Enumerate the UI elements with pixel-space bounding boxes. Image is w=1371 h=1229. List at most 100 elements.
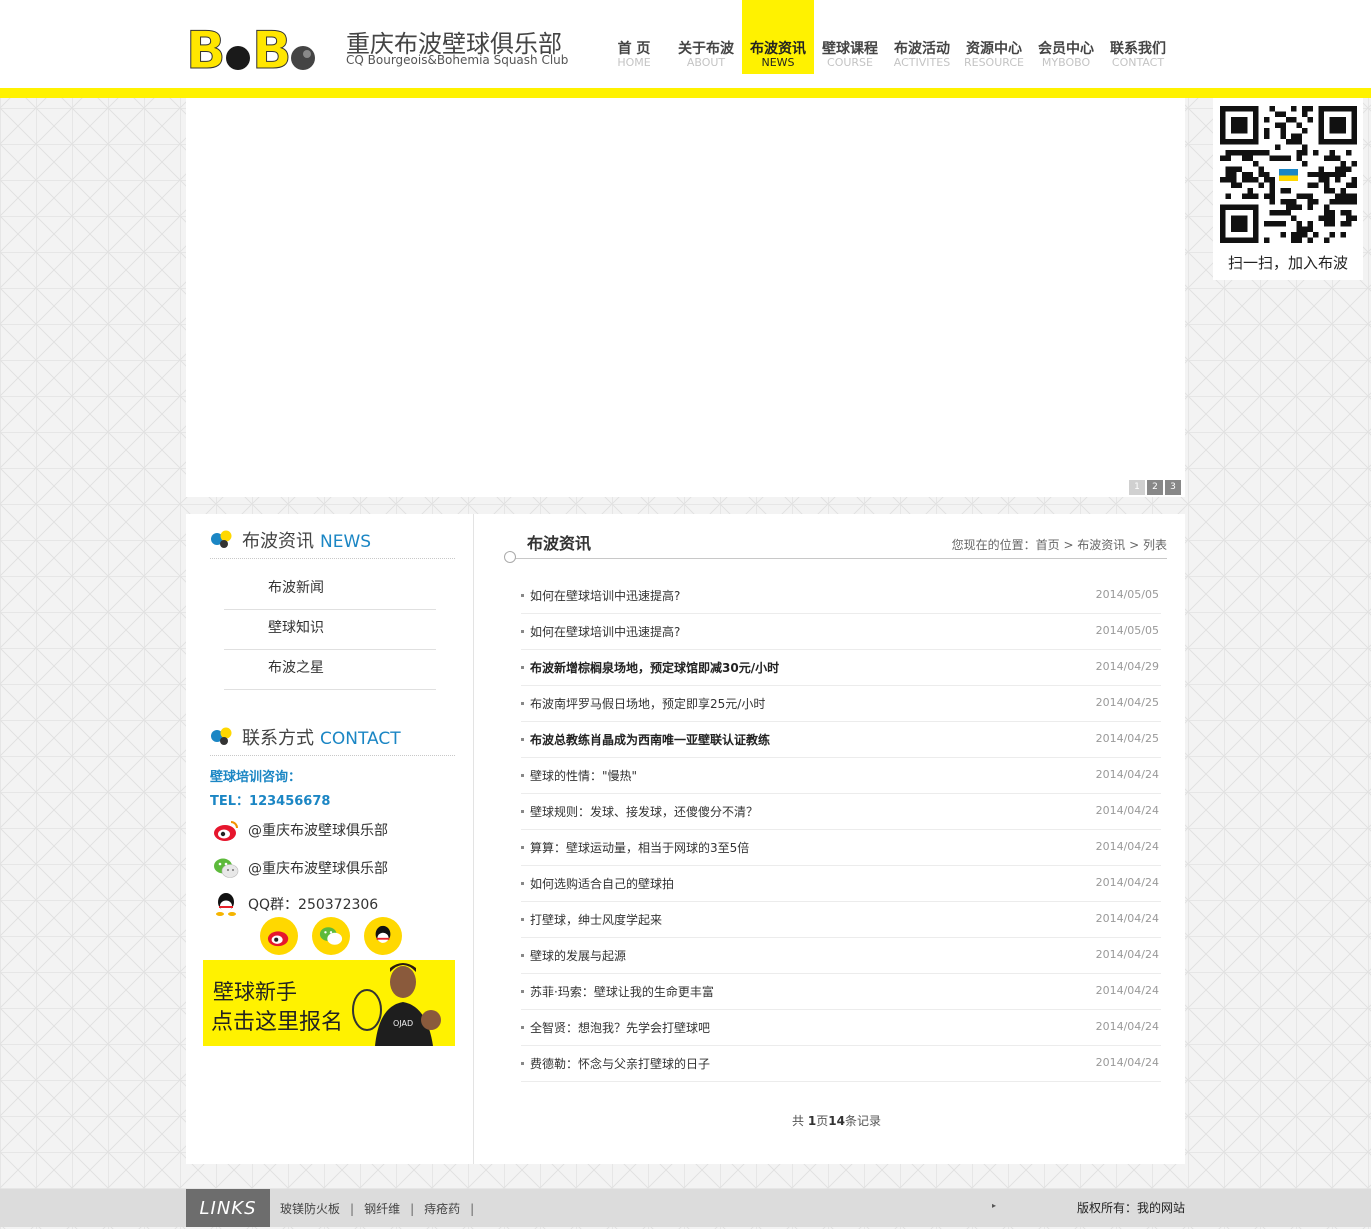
news-row[interactable]: 全智贤：想泡我？先学会打壁球吧 2014/04/24 — [521, 1010, 1161, 1046]
news-row[interactable]: 费德勒：怀念与父亲打壁球的日子 2014/04/24 — [521, 1046, 1161, 1082]
news-date: 2014/04/25 — [1095, 696, 1159, 709]
bullet-icon — [521, 882, 524, 885]
news-row[interactable]: 布波总教练肖晶成为西南唯一亚壁联认证教练 2014/04/25 — [521, 722, 1161, 758]
bullet-icon — [521, 810, 524, 813]
qr-caption: 扫一扫，加入布波 — [1227, 254, 1348, 272]
svg-text:B: B — [252, 24, 292, 72]
news-row[interactable]: 如何在壁球培训中迅速提高? 2014/05/05 — [521, 578, 1161, 614]
qr-code-image — [1220, 106, 1357, 243]
bullet-icon — [521, 918, 524, 921]
weibo-contact[interactable]: @重庆布波壁球俱乐部 — [212, 816, 388, 844]
menu-item-bobo-news[interactable]: 布波新闻 — [224, 570, 436, 610]
bullet-icon — [521, 1062, 524, 1065]
nav-label-cn: 布波活动 — [894, 41, 950, 57]
pagination-suffix: 条记录 — [844, 1114, 881, 1128]
wechat-contact[interactable]: @重庆布波壁球俱乐部 — [212, 854, 388, 882]
news-title[interactable]: 布波新增棕榈泉场地，预定球馆即减30元/小时 — [530, 659, 779, 676]
news-title[interactable]: 全智贤：想泡我？先学会打壁球吧 — [530, 1019, 710, 1036]
consult-label: 壁球培训咨询： — [210, 770, 302, 785]
weibo-share-button[interactable] — [260, 917, 298, 955]
news-row[interactable]: 算算：壁球运动量，相当于网球的3至5倍 2014/04/24 — [521, 830, 1161, 866]
news-title[interactable]: 布波南坪罗马假日场地，预定即享25元/小时 — [530, 695, 765, 712]
signup-banner[interactable]: OJAD 壁球新手 点击这里报名 — [203, 960, 455, 1046]
news-category-menu: 布波新闻 壁球知识 布波之星 — [224, 570, 436, 690]
squash-player-photo: OJAD — [345, 960, 455, 1046]
nav-item-resource[interactable]: 资源中心 RESOURCE — [958, 0, 1030, 74]
bullet-icon — [521, 702, 524, 705]
news-title[interactable]: 壁球的发展与起源 — [530, 947, 626, 964]
nav-item-about[interactable]: 关于布波 ABOUT — [670, 0, 742, 74]
nav-item-home[interactable]: 首 页 HOME — [598, 0, 670, 74]
banner-page-2[interactable]: 2 — [1147, 480, 1163, 495]
svg-text:B: B — [186, 24, 226, 72]
copyright-value[interactable]: 我的网站 — [1137, 1201, 1185, 1215]
nav-label-en: ACTIVITES — [893, 56, 951, 69]
breadcrumb[interactable]: 您现在的位置：首页 > 布波资讯 > 列表 — [952, 536, 1167, 553]
nav-item-news[interactable]: 布波资讯 NEWS — [742, 0, 814, 74]
news-title[interactable]: 布波总教练肖晶成为西南唯一亚壁联认证教练 — [530, 731, 770, 748]
friend-links: 玻镁防火板 | 钢纤维 | 痔疮药 | — [280, 1202, 475, 1216]
news-title[interactable]: 壁球的性情："慢热" — [530, 767, 637, 784]
nav-item-contact[interactable]: 联系我们 CONTACT — [1102, 0, 1174, 74]
bullet-icon — [521, 630, 524, 633]
news-date: 2014/04/24 — [1095, 876, 1159, 889]
news-title[interactable]: 苏菲·玛索：壁球让我的生命更丰富 — [530, 983, 714, 1000]
pagination-count: 14 — [828, 1114, 845, 1128]
news-title[interactable]: 打壁球，绅士风度学起来 — [530, 911, 662, 928]
friend-link-2[interactable]: 钢纤维 — [364, 1202, 400, 1216]
nav-item-mybobo[interactable]: 会员中心 MYBOBO — [1030, 0, 1102, 74]
wechat-share-button[interactable] — [312, 917, 350, 955]
news-date: 2014/04/24 — [1095, 804, 1159, 817]
news-row[interactable]: 如何在壁球培训中迅速提高? 2014/05/05 — [521, 614, 1161, 650]
nav-label-en: CONTACT — [1111, 56, 1165, 69]
pagination-mid: 页 — [816, 1114, 829, 1128]
news-date: 2014/04/24 — [1095, 1056, 1159, 1069]
main-nav: 首 页 HOME 关于布波 ABOUT 布波资讯 NEWS 壁球课程 COURSE 布波活动 AC… — [598, 0, 1174, 74]
news-row[interactable]: 如何选购适合自己的壁球拍 2014/04/24 — [521, 866, 1161, 902]
nav-item-activites[interactable]: 布波活动 ACTIVITES — [886, 0, 958, 74]
weibo-icon — [214, 821, 238, 841]
news-title[interactable]: 费德勒：怀念与父亲打壁球的日子 — [530, 1055, 710, 1072]
qq-share-button[interactable] — [364, 917, 402, 955]
site-logo[interactable]: B B 重庆布波壁球俱乐部 CQ Bourgeois&Bohemia Squas… — [186, 18, 586, 74]
menu-item-squash-knowledge[interactable]: 壁球知识 — [224, 610, 436, 650]
banner-slider[interactable]: 1 2 3 — [186, 98, 1185, 497]
nav-label-cn: 关于布波 — [678, 41, 734, 57]
contact-tel: TEL：123456678 — [210, 794, 331, 809]
news-title[interactable]: 壁球规则：发球、接发球，还傻傻分不清？ — [530, 803, 758, 820]
banner-page-3[interactable]: 3 — [1165, 480, 1181, 495]
banner-page-1[interactable]: 1 — [1129, 480, 1145, 495]
menu-item-bobo-stars[interactable]: 布波之星 — [224, 650, 436, 690]
wechat-icon — [214, 858, 239, 878]
news-row[interactable]: 苏菲·玛索：壁球让我的生命更丰富 2014/04/24 — [521, 974, 1161, 1010]
news-row[interactable]: 打壁球，绅士风度学起来 2014/04/24 — [521, 902, 1161, 938]
news-date: 2014/05/05 — [1095, 588, 1159, 601]
bullet-icon — [521, 1026, 524, 1029]
news-row[interactable]: 壁球的性情："慢热" 2014/04/24 — [521, 758, 1161, 794]
news-row[interactable]: 壁球的发展与起源 2014/04/24 — [521, 938, 1161, 974]
bullet-icon — [521, 594, 524, 597]
copyright: 版权所有：我的网站 — [1077, 1199, 1185, 1216]
friend-link-3[interactable]: 痔疮药 — [424, 1202, 460, 1216]
news-title[interactable]: 如何在壁球培训中迅速提高? — [530, 623, 680, 640]
friend-link-1[interactable]: 玻镁防火板 — [280, 1202, 340, 1216]
qq-contact[interactable]: QQ群：250372306 — [212, 890, 378, 918]
news-date: 2014/04/24 — [1095, 768, 1159, 781]
bullet-icon — [521, 666, 524, 669]
wechat-icon — [319, 927, 343, 945]
news-row[interactable]: 布波新增棕榈泉场地，预定球馆即减30元/小时 2014/04/29 — [521, 650, 1161, 686]
copyright-label: 版权所有： — [1076, 1201, 1137, 1215]
nav-item-course[interactable]: 壁球课程 COURSE — [814, 0, 886, 74]
news-row[interactable]: 布波南坪罗马假日场地，预定即享25元/小时 2014/04/25 — [521, 686, 1161, 722]
news-row[interactable]: 壁球规则：发球、接发球，还傻傻分不清？ 2014/04/24 — [521, 794, 1161, 830]
pagination-pages: 1 — [807, 1114, 817, 1128]
nav-label-en: COURSE — [827, 56, 873, 69]
nav-label-en: MYBOBO — [1041, 56, 1091, 69]
nav-label-en: NEWS — [761, 56, 795, 69]
news-title[interactable]: 算算：壁球运动量，相当于网球的3至5倍 — [530, 839, 749, 856]
news-title[interactable]: 如何选购适合自己的壁球拍 — [530, 875, 674, 892]
news-list: 如何在壁球培训中迅速提高? 2014/05/05 如何在壁球培训中迅速提高? 2014… — [521, 578, 1161, 1082]
news-title[interactable]: 如何在壁球培训中迅速提高? — [530, 587, 680, 604]
news-date: 2014/05/05 — [1095, 624, 1159, 637]
sidebar: 布波资讯 NEWS 布波新闻 壁球知识 布波之星 联系方式 CONTACT 壁球培训… — [186, 514, 474, 1164]
